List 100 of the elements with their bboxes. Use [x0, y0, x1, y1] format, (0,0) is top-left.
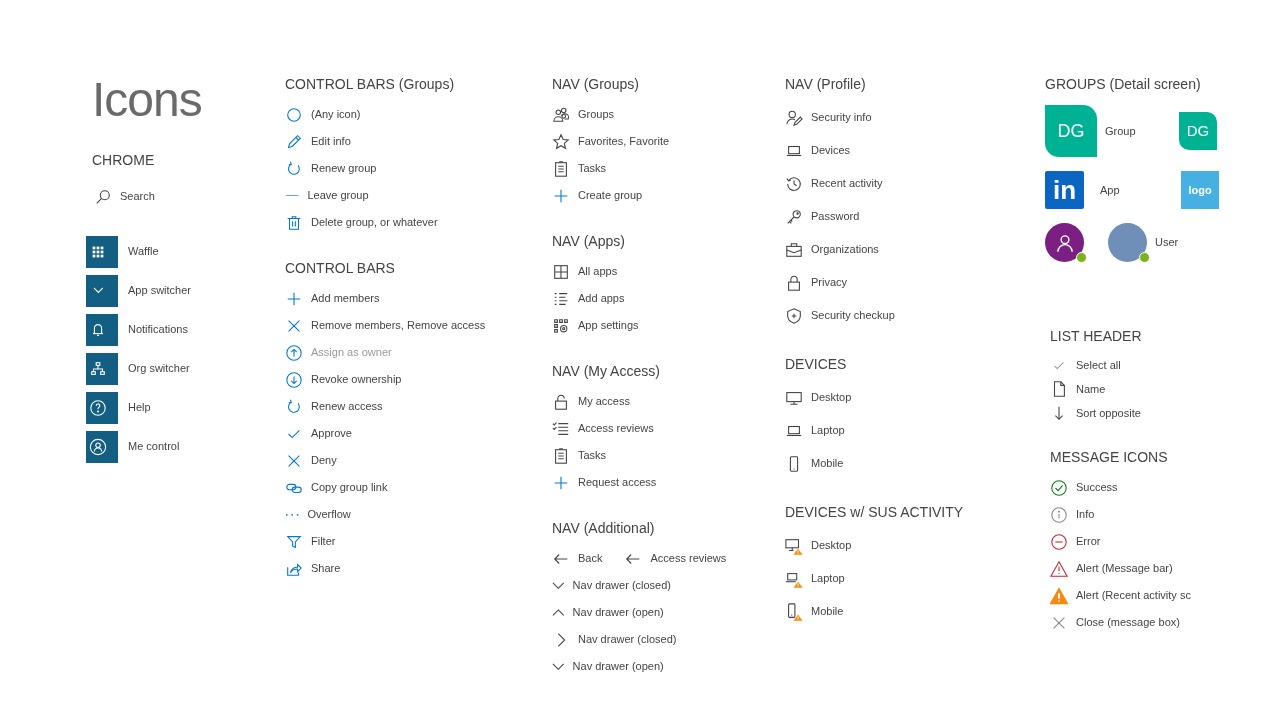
phone-warning-icon: [785, 602, 803, 621]
icon-label: Security checkup: [811, 308, 895, 324]
icon-label: Tasks: [578, 161, 607, 177]
icon-label: Waffle: [128, 244, 159, 260]
section-heading: CONTROL BARS (Groups): [285, 75, 455, 94]
app-tile[interactable]: [86, 235, 118, 268]
icon-label: Name: [1076, 381, 1106, 397]
icon-label: Tasks: [578, 448, 607, 464]
warning-icon: [1050, 586, 1068, 605]
monitor-warning-icon: [785, 536, 803, 555]
app-tile[interactable]: [86, 274, 118, 307]
clipboard-icon: [552, 446, 570, 465]
circle-icon: [285, 105, 303, 124]
icon-label: Delete group, or whatever: [311, 215, 438, 231]
history-icon: [785, 174, 803, 193]
icon-label: Favorites, Favorite: [578, 134, 670, 150]
help-icon: [89, 398, 107, 417]
app-logo: logo: [1181, 171, 1219, 209]
icon-label: Success: [1076, 480, 1118, 496]
icon-label: Privacy: [811, 275, 848, 291]
icon-label: Revoke ownership: [311, 372, 402, 388]
icon-label: Recent activity: [811, 176, 883, 192]
chevron-down-icon: [552, 662, 565, 671]
icon-label: App settings: [578, 318, 639, 334]
icon-label: Alert (Message bar): [1076, 561, 1173, 577]
icon-label: Nav drawer (closed): [578, 632, 677, 648]
icon-label: Create group: [578, 188, 643, 204]
section-heading: NAV (Groups): [552, 75, 639, 94]
icon-label: User: [1155, 235, 1179, 251]
icon-label: Password: [811, 209, 860, 225]
icon-label: Remove members, Remove access: [311, 318, 486, 334]
refresh-icon: [285, 397, 303, 416]
icon-label: Laptop: [811, 571, 845, 587]
key-icon: [785, 207, 803, 226]
icon-label: Notifications: [128, 322, 188, 338]
presence-dot: [1139, 252, 1150, 263]
icon-label: Me control: [128, 439, 180, 455]
section-heading: CHROME: [92, 151, 155, 170]
more-icon: [285, 512, 300, 517]
icon-label: Desktop: [811, 390, 852, 406]
shield-icon: [785, 306, 803, 325]
icon-label: My access: [578, 394, 630, 410]
icon-label: Renew group: [311, 161, 377, 177]
icon-label: All apps: [578, 264, 618, 280]
minus-icon: [285, 194, 300, 197]
icon-label: (Any icon): [311, 107, 361, 123]
icon-label: Mobile: [811, 456, 844, 472]
icon-label: Group: [1105, 123, 1137, 139]
briefcase-icon: [785, 240, 803, 259]
icon-label: Nav drawer (open): [572, 605, 664, 621]
presence-dot: [1076, 252, 1087, 263]
icon-label: Devices: [811, 143, 851, 159]
app-tile[interactable]: [86, 352, 118, 385]
icon-label: Organizations: [811, 242, 879, 258]
arrow-up-circle-icon: [285, 343, 303, 362]
icon-label: Renew access: [311, 399, 383, 415]
app-tile[interactable]: [86, 391, 118, 424]
icon-label: Groups: [578, 107, 615, 123]
group-tile: DG: [1045, 105, 1097, 157]
section-heading: LIST HEADER: [1050, 327, 1142, 346]
icon-label: Back: [578, 551, 603, 567]
warning-icon: [1050, 559, 1068, 578]
app-tile[interactable]: [86, 430, 118, 463]
page-title: Icons: [92, 76, 203, 124]
pencil-icon: [285, 132, 303, 151]
icon-label: Access reviews: [650, 551, 727, 567]
icon-label: Filter: [311, 534, 336, 550]
arrow-down-circle-icon: [285, 370, 303, 389]
refresh-icon: [285, 159, 303, 178]
icon-label: Desktop: [811, 538, 852, 554]
icon-label: Org switcher: [128, 361, 190, 377]
section-heading: GROUPS (Detail screen): [1045, 75, 1201, 94]
icon-label: Access reviews: [578, 421, 654, 437]
star-icon: [552, 132, 570, 151]
padlock-icon: [552, 392, 570, 411]
icon-label: Alert (Recent activity sc: [1076, 588, 1191, 604]
info-icon: [1050, 505, 1068, 524]
icon-label: Info: [1076, 507, 1095, 523]
grid-icon: [552, 262, 570, 281]
icon-label: Nav drawer (open): [572, 659, 664, 675]
section-heading: NAV (My Access): [552, 362, 660, 381]
section-heading: NAV (Apps): [552, 232, 625, 251]
icon-label: Search: [120, 189, 155, 205]
icon-label: Nav drawer (closed): [572, 578, 671, 594]
icon-label: Overflow: [307, 507, 351, 523]
icon-label: Edit info: [311, 134, 351, 150]
app-tile[interactable]: [86, 313, 118, 346]
group-tile: DG: [1179, 112, 1217, 150]
icon-label: Add apps: [578, 291, 625, 307]
icon-label: Sort opposite: [1076, 405, 1141, 421]
section-heading: NAV (Additional): [552, 519, 655, 538]
section-heading: DEVICES w/ SUS ACTIVITY: [785, 503, 964, 522]
trash-icon: [285, 213, 303, 232]
icon-label: Deny: [311, 453, 337, 469]
icon-label: Request access: [578, 475, 657, 491]
icon-label: Approve: [311, 426, 352, 442]
icon-label: Select all: [1076, 357, 1121, 373]
section-heading: NAV (Profile): [785, 75, 866, 94]
section-heading: DEVICES: [785, 355, 847, 374]
icon-label: Error: [1076, 534, 1101, 550]
